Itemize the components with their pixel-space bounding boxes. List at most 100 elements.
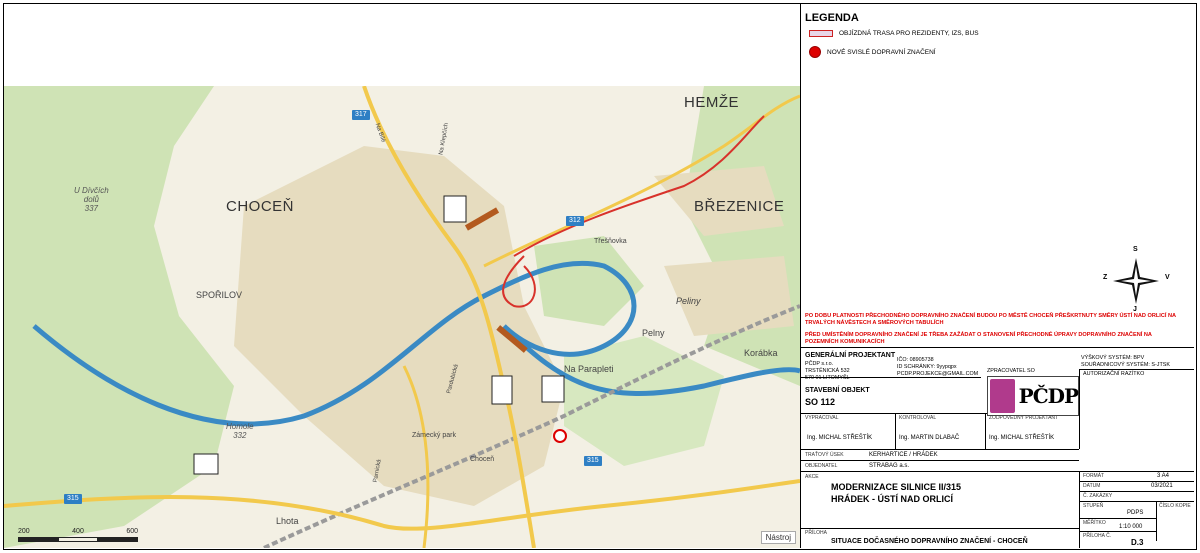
vypracoval-label: VYPRACOVAL [805,415,839,421]
compass-j: J [1133,306,1137,313]
vys-system: VÝŠKOVÝ SYSTÉM: BPV [1081,355,1145,361]
compass-rose: Z V S J [1103,246,1170,313]
traffic-sign-icon [809,46,821,58]
legend-panel: LEGENDA OBJÍZDNÁ TRASA PRO REZIDENTY, IZ… [800,4,1194,548]
gp-ico: IČO: 08905738 [897,357,934,363]
route-badge-312: 312 [566,216,584,226]
label-peliny: Peliny [676,296,701,306]
tratovy-usek-value: KERHARTICE / HRÁDEK [869,452,938,458]
logo-text: PČDP [1018,384,1079,408]
note-crossed-directions: PO DOBU PLATNOSTI PŘECHODNÉHO DOPRAVNÍHO… [805,313,1176,326]
datum-label: DATUM [1083,483,1101,489]
coord-systems: VÝŠKOVÝ SYSTÉM: BPV SOUŘADNICOVÝ SYSTÉM:… [1081,355,1170,369]
gp-ds: ID SCHRÁNKY: 9yypqpx [897,364,957,370]
sign-group-2[interactable] [491,375,513,405]
compass-v: V [1165,274,1170,281]
sign-group-1[interactable] [443,195,467,223]
note-permit: PŘED UMÍSTĚNÍM DOPRAVNÍHO ZNAČENÍ JE TŘE… [805,332,1152,345]
sour-system: SOUŘADNICOVÝ SYSTÉM: S-JTSK [1081,362,1170,368]
stupen-label: STUPEŇ [1083,503,1104,509]
authorization-stamp-label: AUTORIZAČNÍ RAZÍTKO [1083,371,1145,377]
legend-item-detour: OBJÍZDNÁ TRASA PRO REZIDENTY, IZS, BUS [809,30,979,37]
map-tools-button[interactable]: Nástroj [760,531,796,544]
akce-line-2: HRÁDEK - ÚSTÍ NAD ORLICÍ [831,494,953,504]
scale-segments [18,537,138,542]
label-sporilov: SPOŘILOV [196,290,243,300]
compass-s: S [1133,246,1138,253]
situation-map[interactable]: CHOCEŇ HEMŽE BŘEZENICE SPOŘILOV Lhota Pe… [4,86,800,548]
label-chocen: CHOCEŇ [226,198,295,215]
so-label: STAVEBNÍ OBJEKT [805,387,870,394]
label-u-divcich-line2: dolů [83,195,99,204]
label-hemze: HEMŽE [684,94,739,111]
objednatel-value: STRABAG a.s. [869,463,910,469]
priloha-c-label: PŘÍLOHA Č. [1083,533,1112,539]
route-badge-315-east: 315 [584,456,602,466]
legend-title: LEGENDA [805,12,859,24]
label-u-divcich-line1: U Dívčích [74,186,109,195]
compass-star-icon [1113,258,1159,304]
legend-item-sign-label: NOVÉ SVISLÉ DOPRAVNÍ ZNAČENÍ [827,48,936,56]
akce-label: AKCE [805,474,819,480]
label-u-divcich-dolu: U Dívčích dolů 337 [74,186,109,213]
compass-z: Z [1103,274,1108,281]
forest-center [534,236,644,326]
sign-group-3[interactable] [541,375,565,403]
scale-label-2: 400 [72,528,84,535]
scale-label-1: 200 [18,528,30,535]
format-label: FORMÁT [1083,473,1105,479]
label-u-divcich-line3: 337 [84,204,99,213]
sign-group-4[interactable] [193,453,219,475]
label-zamecky-park: Zámecký park [412,432,456,439]
scale-bar: 200 400 600 [18,528,138,542]
label-homole-line1: Homole [226,422,254,431]
stupen-value: PDPS [1127,510,1144,516]
priloha-value: SITUACE DOČASNÉHO DOPRAVNÍHO ZNAČENÍ - C… [831,538,1028,545]
label-korabka: Korábka [744,348,778,358]
kontroloval-label: KONTROLOVAL [899,415,937,421]
forest-east [684,86,800,386]
zodpovedny-value: Ing. MICHAL STŘEŠTÍK [989,435,1055,441]
akce-line-1: MODERNIZACE SILNICE II/315 [831,482,962,492]
map-header-blank [4,4,800,86]
scale-labels: 200 400 600 [18,528,138,535]
meritko-value: 1:10 000 [1119,524,1143,530]
route-badge-317: 317 [352,110,370,120]
kontroloval-value: Ing. MARTIN DLABAČ [899,435,960,441]
label-homole: Homole 332 [226,422,254,440]
objednatel-label: OBJEDNATEL [805,463,838,469]
tratovy-usek-label: TRAŤOVÝ ÚSEK [805,452,844,458]
map-graphics [4,86,800,548]
forest-south-east [564,336,724,466]
vypracoval-value: Ing. MICHAL STŘEŠTÍK [807,435,873,441]
gp-line-2: TRSTĚNICKÁ 532 [805,368,850,374]
format-value: 3 A4 [1157,473,1170,479]
label-tresnovka: Třešňovka [594,238,627,245]
so-value: SO 112 [805,397,836,407]
route-badge-315-west: 315 [64,494,82,504]
zpracovatel-label: ZPRACOVATEL SO [987,368,1035,374]
priloha-c-value: D.3 [1131,538,1144,547]
kopie-label: ČÍSLO KOPIE [1159,503,1191,509]
label-na-parapleti: Na Parapleti [564,364,614,374]
zakazky-label: Č. ZAKÁZKY [1083,493,1113,499]
forest-west [4,86,234,548]
label-chocen-station: Choceň [470,456,495,463]
legend-item-sign: NOVÉ SVISLÉ DOPRAVNÍ ZNAČENÍ [809,46,936,58]
scale-label-3: 600 [126,528,138,535]
meritko-label: MĚŘÍTKO [1083,520,1106,526]
no-entry-sign[interactable] [553,429,567,443]
gp-address: PČDP s.r.o. TRSTĚNICKÁ 532 570 01 LITOMY… [805,361,850,382]
priloha-label: PŘÍLOHA [805,530,827,536]
datum-value: 03/2021 [1151,483,1173,489]
legend-item-detour-label: OBJÍZDNÁ TRASA PRO REZIDENTY, IZS, BUS [839,30,979,37]
label-homole-line2: 332 [233,431,247,440]
pcdp-logo: PČDP [987,376,1079,416]
gp-label: GENERÁLNÍ PROJEKTANT [805,352,896,359]
devil-logo-icon [990,379,1015,413]
gp-line-1: PČDP s.r.o. [805,361,834,367]
gp-contacts: IČO: 08905738 ID SCHRÁNKY: 9yypqpx PCDP.… [897,357,978,378]
label-lhota: Lhota [276,516,299,526]
label-brezenice: BŘEZENICE [694,198,785,215]
label-pelny: Pelny [642,328,665,338]
